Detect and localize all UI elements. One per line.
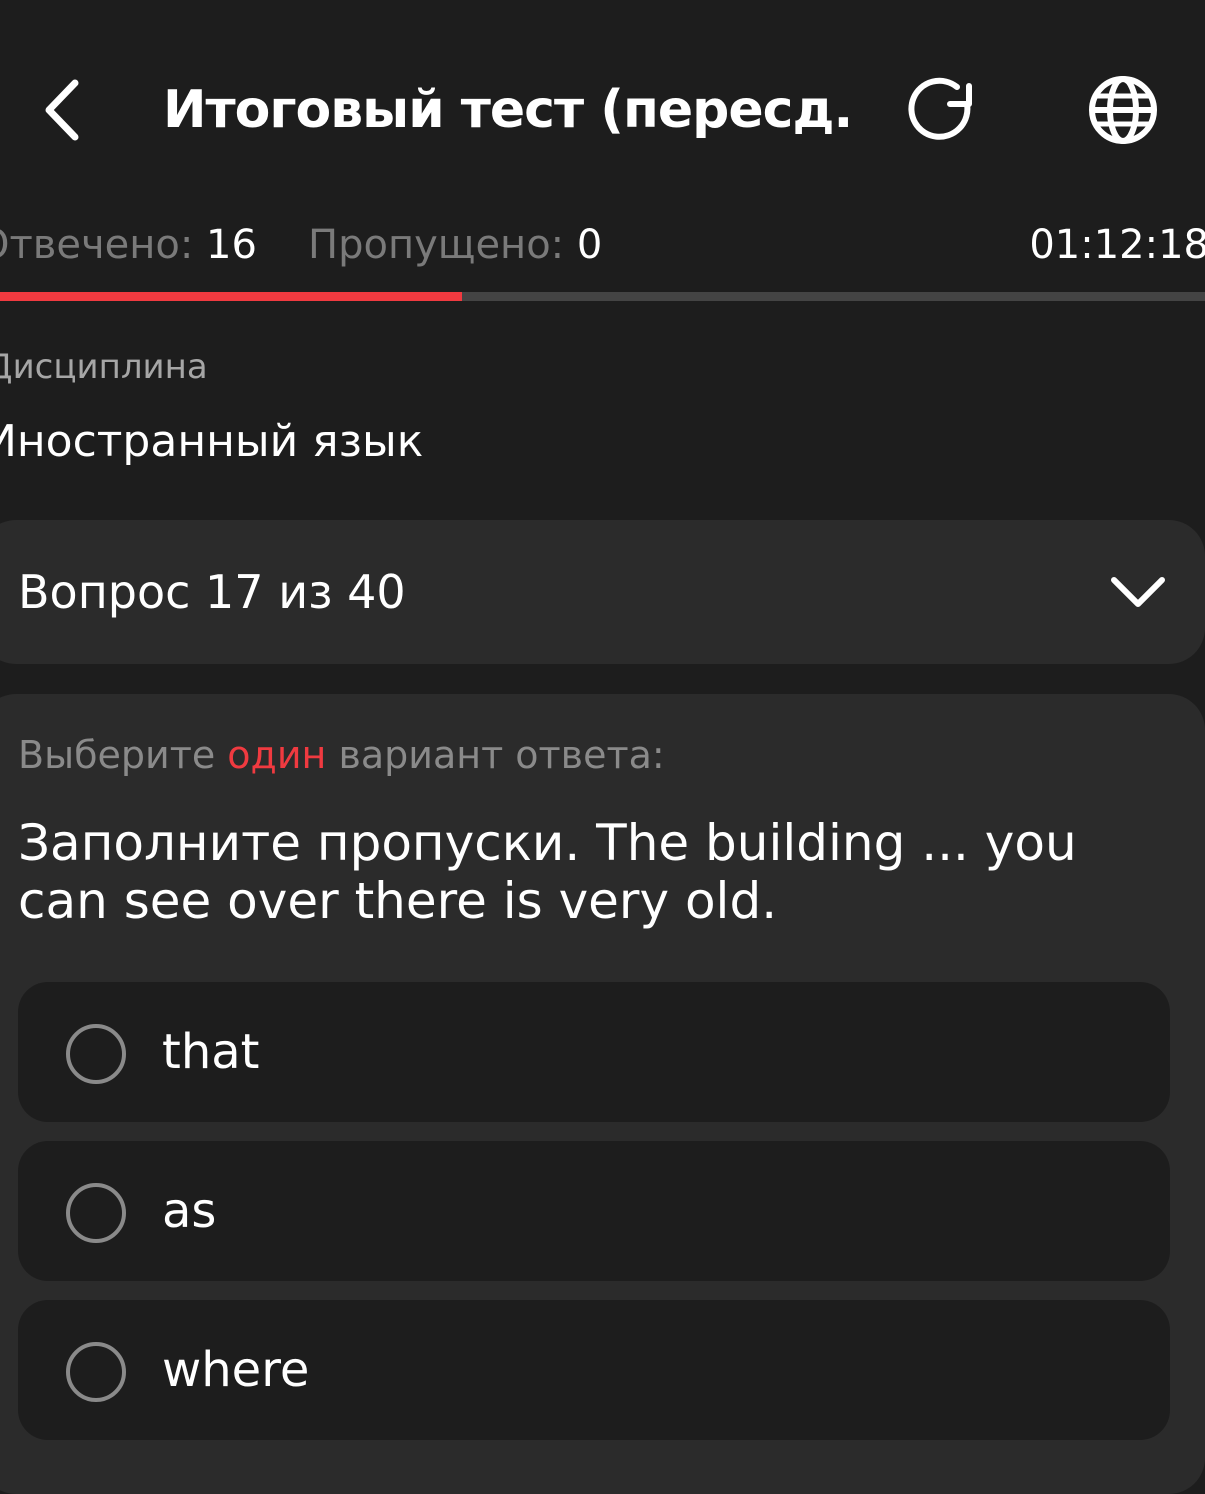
radio-unchecked-icon[interactable] [66, 1024, 126, 1084]
skipped-count: 0 [576, 222, 603, 268]
discipline-label: Дисциплина [0, 347, 208, 387]
chevron-left-icon [45, 79, 79, 141]
skipped-label: Пропущено: [308, 222, 565, 268]
top-app-bar: Итоговый тест (пересд... [0, 0, 1205, 215]
back-button[interactable] [30, 72, 94, 148]
page-title: Итоговый тест (пересд... [163, 80, 853, 140]
instruction-text-after: вариант ответа: [326, 733, 665, 777]
answer-option-label: that [162, 1024, 260, 1080]
globe-icon [1089, 76, 1157, 144]
answered-stat: Отвечено: 16 [0, 218, 257, 272]
question-text: Заполните пропуски. The building ... you… [18, 814, 1077, 930]
language-button[interactable] [1080, 68, 1166, 152]
skipped-stat: Пропущено: 0 [308, 218, 602, 272]
radio-unchecked-icon[interactable] [66, 1183, 126, 1243]
question-selector-dropdown[interactable]: Вопрос 17 из 40 [0, 520, 1205, 664]
answer-option-where[interactable]: where [18, 1300, 1170, 1440]
question-card: Выберите один вариант ответа: Заполните … [0, 694, 1205, 1494]
answer-option-label: as [162, 1183, 217, 1239]
chevron-down-icon [1111, 577, 1165, 607]
answered-count: 16 [206, 222, 257, 268]
answer-option-that[interactable]: that [18, 982, 1170, 1122]
progress-bar [0, 292, 1205, 301]
answer-option-as[interactable]: as [18, 1141, 1170, 1281]
instruction-accent: один [227, 733, 327, 777]
refresh-icon [908, 77, 972, 140]
answer-instruction: Выберите один вариант ответа: [18, 730, 665, 780]
answer-option-label: where [162, 1342, 310, 1398]
refresh-button[interactable] [900, 70, 986, 150]
radio-unchecked-icon[interactable] [66, 1342, 126, 1402]
answered-label: Отвечено: [0, 222, 194, 268]
instruction-text-before: Выберите [18, 733, 228, 777]
progress-bar-fill [0, 292, 462, 301]
question-counter: Вопрос 17 из 40 [18, 565, 406, 619]
timer: 01:12:18 [1029, 222, 1205, 268]
discipline-value: Иностранный язык [0, 416, 424, 467]
test-stats-bar: Отвечено: 16 Пропущено: 0 01:12:18 [0, 218, 1205, 272]
